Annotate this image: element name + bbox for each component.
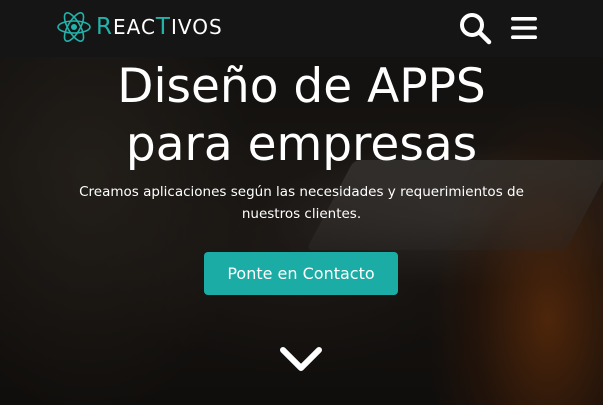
brand-logo-link[interactable]: R EAC T IVOS <box>56 9 223 45</box>
navbar: R EAC T IVOS <box>0 0 603 57</box>
brand-name-part: T <box>155 14 171 40</box>
brand-name-part: IVOS <box>170 15 223 39</box>
hero-title-line1: Diseño de APPS <box>117 59 486 114</box>
search-icon[interactable] <box>458 11 492 45</box>
brand-name-part: EAC <box>112 15 156 39</box>
brand-name: R EAC T IVOS <box>96 14 223 40</box>
hamburger-menu-icon[interactable] <box>509 13 539 43</box>
react-atom-icon <box>57 12 91 42</box>
hero-subtitle: Creamos aplicaciones según las necesidad… <box>79 184 524 222</box>
hero-title: Diseño de APPS para empresas <box>0 58 603 174</box>
chevron-down-icon[interactable] <box>278 342 324 376</box>
brand-name-part: R <box>96 14 113 40</box>
hero-title-line2: para empresas <box>125 117 478 172</box>
contact-button[interactable]: Ponte en Contacto <box>204 252 398 295</box>
